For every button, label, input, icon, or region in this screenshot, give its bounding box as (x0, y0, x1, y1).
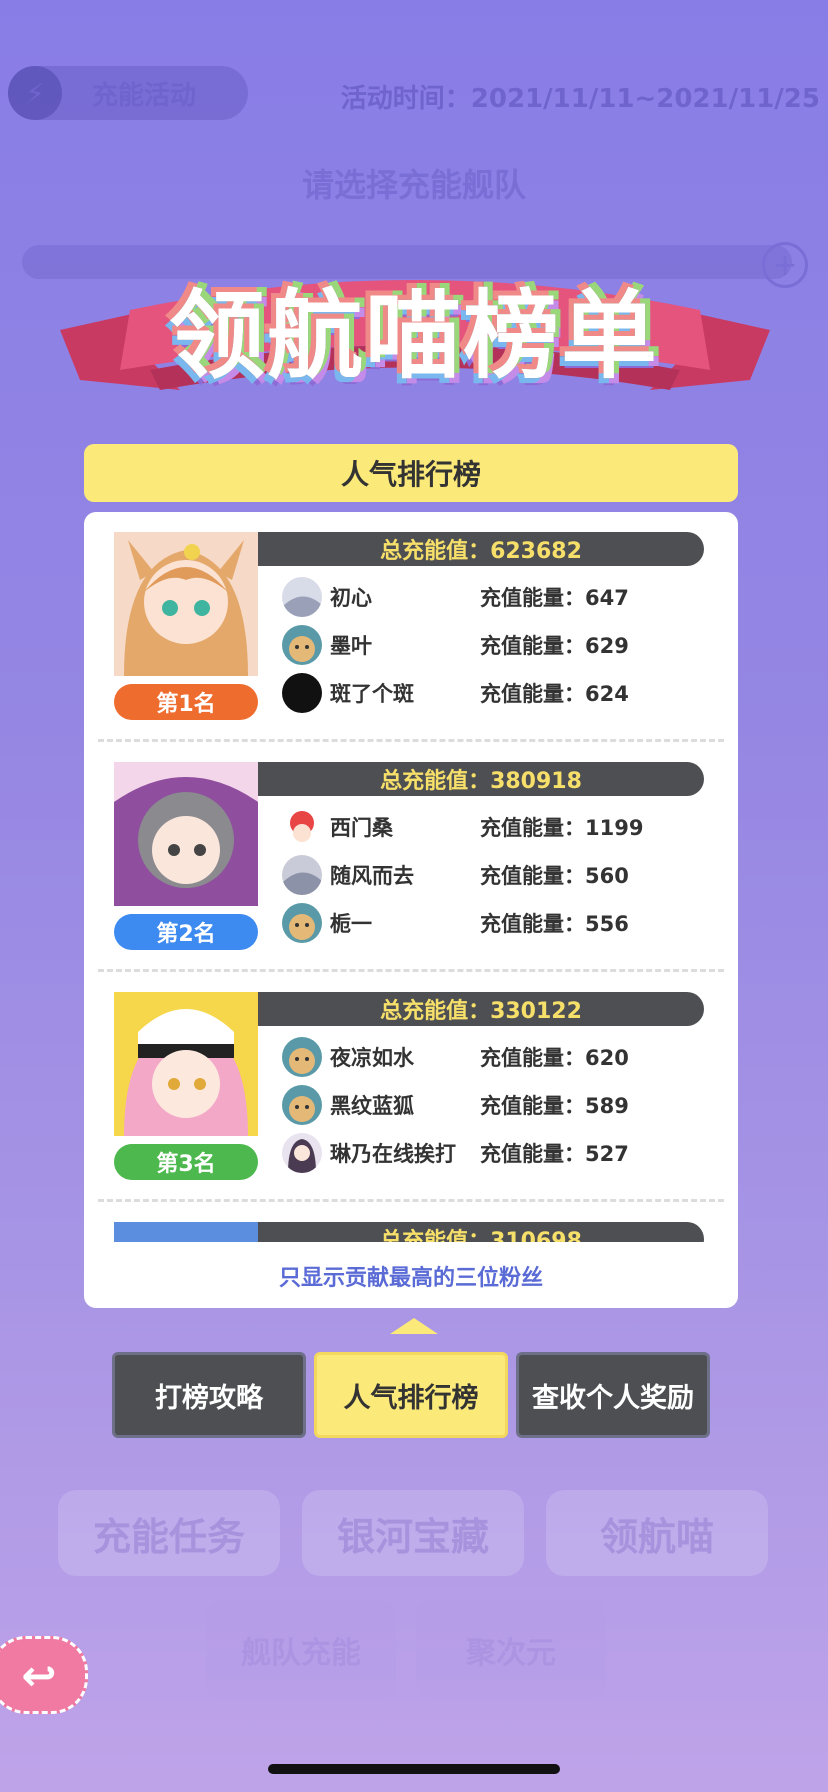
fan-energy: 充值能量：589 (480, 1094, 629, 1118)
character-portrait[interactable] (114, 762, 258, 906)
tab-popularity-ranking[interactable]: 人气排行榜 (314, 1352, 508, 1438)
rank-badge: 第3名 (114, 1144, 258, 1180)
fan-energy: 充值能量：1199 (480, 816, 644, 840)
fan-energy: 充值能量：647 (480, 586, 629, 610)
tab-personal-rewards[interactable]: 查收个人奖励 (516, 1352, 710, 1438)
fan-avatar (282, 855, 322, 895)
fan-row: 西门桑 充值能量：1199 (282, 806, 712, 848)
total-energy: 总充能值：380918 (258, 762, 704, 796)
character-portrait[interactable] (114, 532, 258, 676)
fan-row: 黑纹蓝狐 充值能量：589 (282, 1084, 712, 1126)
panel-note: 只显示贡献最高的三位粉丝 (278, 1266, 543, 1291)
fan-energy: 充值能量：629 (480, 634, 629, 658)
fan-name: 随风而去 (330, 864, 414, 888)
character-portrait[interactable] (114, 992, 258, 1136)
leaderboard-entry[interactable]: 第1名 总充能值：623682 初心 充值能量：647 墨叶 充值能量：629 … (84, 512, 738, 742)
fan-row: 琳乃在线挨打 充值能量：527 (282, 1132, 712, 1174)
character-portrait[interactable] (114, 1222, 258, 1242)
fan-energy: 充值能量：620 (480, 1046, 629, 1070)
fan-name: 夜凉如水 (330, 1046, 414, 1070)
fan-avatar (282, 903, 322, 943)
page-title: 领航喵榜单 (169, 280, 659, 392)
total-energy: 总充能值：310698 (258, 1222, 704, 1242)
fan-name: 斑了个斑 (330, 682, 414, 706)
fan-name: 墨叶 (330, 634, 372, 658)
active-tab-indicator (390, 1318, 438, 1334)
tab-ranking-guide[interactable]: 打榜攻略 (112, 1352, 306, 1438)
fan-row: 墨叶 充值能量：629 (282, 624, 712, 666)
fan-energy: 充值能量：560 (480, 864, 629, 888)
back-arrow-icon: ↩ (21, 1650, 57, 1700)
fan-name: 黑纹蓝狐 (330, 1094, 414, 1118)
fan-energy: 充值能量：556 (480, 912, 629, 936)
leaderboard-entry[interactable]: 总充能值：310698 (84, 1202, 738, 1242)
fan-avatar (282, 1037, 322, 1077)
fan-name: 初心 (330, 586, 372, 610)
fan-avatar (282, 673, 322, 713)
fan-energy: 充值能量：527 (480, 1142, 629, 1166)
fan-avatar (282, 577, 322, 617)
back-button[interactable]: ↩ (0, 1636, 88, 1714)
leaderboard-entry[interactable]: 第3名 总充能值：330122 夜凉如水 充值能量：620 黑纹蓝狐 充值能量：… (84, 972, 738, 1202)
fan-name: 栀一 (330, 912, 372, 936)
total-energy: 总充能值：623682 (258, 532, 704, 566)
fan-row: 斑了个斑 充值能量：624 (282, 672, 712, 714)
fan-row: 初心 充值能量：647 (282, 576, 712, 618)
bottom-tab-bar: 打榜攻略 人气排行榜 查收个人奖励 (112, 1352, 710, 1438)
fan-row: 随风而去 充值能量：560 (282, 854, 712, 896)
total-energy: 总充能值：330122 (258, 992, 704, 1026)
fan-energy: 充值能量：624 (480, 682, 629, 706)
fan-avatar (282, 1133, 322, 1173)
fan-avatar (282, 625, 322, 665)
fan-name: 琳乃在线挨打 (330, 1142, 456, 1166)
leaderboard-panel: 第1名 总充能值：623682 初心 充值能量：647 墨叶 充值能量：629 … (84, 512, 738, 1308)
rank-badge: 第2名 (114, 914, 258, 950)
home-indicator[interactable] (268, 1764, 560, 1774)
fan-avatar (282, 1085, 322, 1125)
fan-avatar (282, 807, 322, 847)
leaderboard-entry[interactable]: 第2名 总充能值：380918 西门桑 充值能量：1199 随风而去 充值能量：… (84, 742, 738, 972)
fan-row: 夜凉如水 充值能量：620 (282, 1036, 712, 1078)
fan-name: 西门桑 (330, 816, 393, 840)
rank-badge: 第1名 (114, 684, 258, 720)
fan-row: 栀一 充值能量：556 (282, 902, 712, 944)
leaderboard-list[interactable]: 第1名 总充能值：623682 初心 充值能量：647 墨叶 充值能量：629 … (84, 512, 738, 1242)
panel-header: 人气排行榜 (84, 444, 738, 502)
